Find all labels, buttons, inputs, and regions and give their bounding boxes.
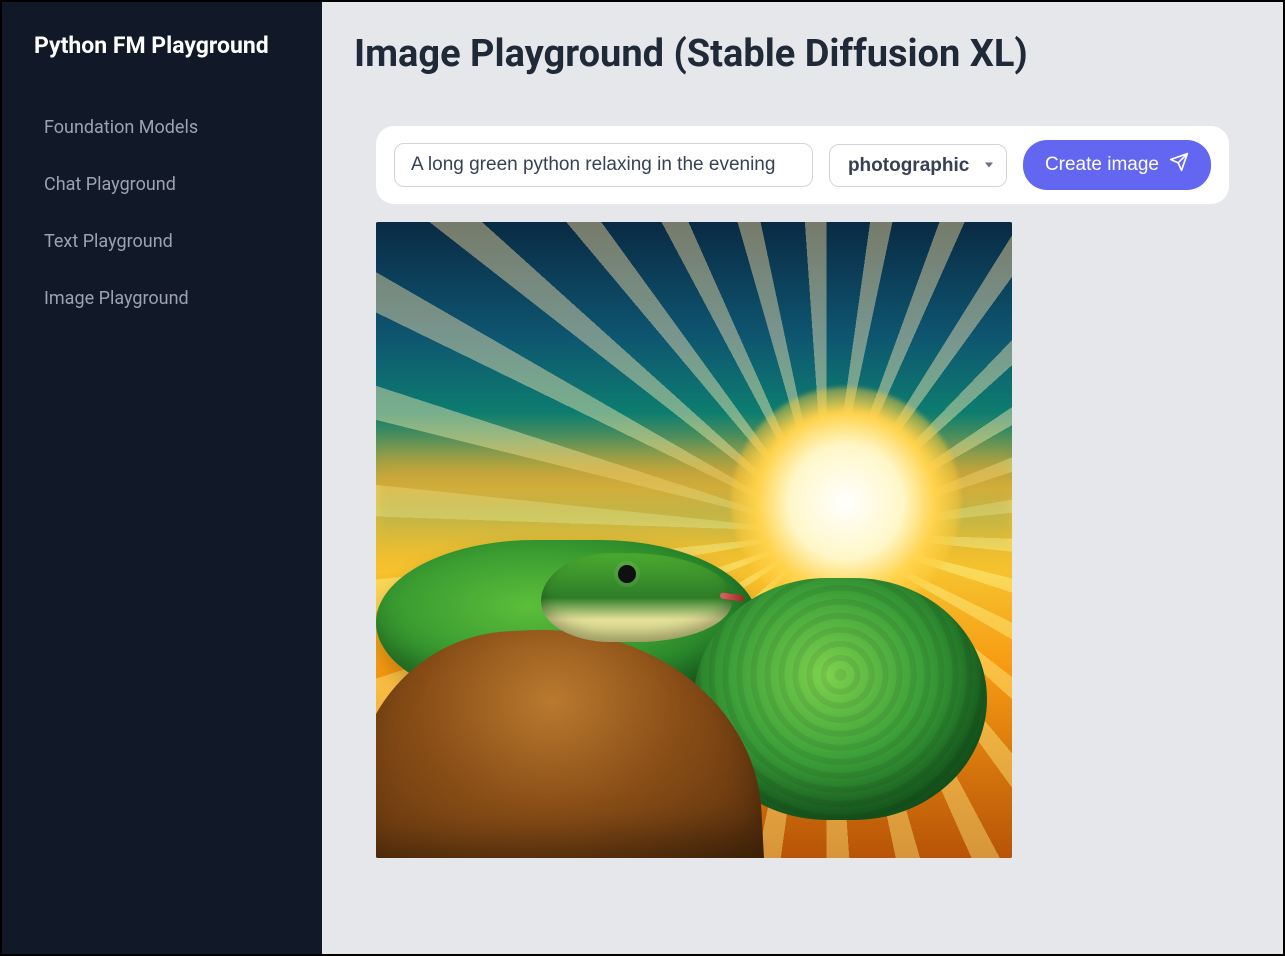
sidebar-item-foundation-models[interactable]: Foundation Models <box>2 99 322 156</box>
page-title: Image Playground (Stable Diffusion XL) <box>354 32 1251 76</box>
prompt-input[interactable] <box>394 143 813 187</box>
result-area <box>376 222 1229 862</box>
send-icon <box>1169 152 1189 178</box>
style-select-wrap: photographic <box>829 144 1007 187</box>
create-image-button[interactable]: Create image <box>1023 140 1211 190</box>
sidebar-item-text-playground[interactable]: Text Playground <box>2 213 322 270</box>
style-select[interactable]: photographic <box>829 144 1007 187</box>
sidebar-item-image-playground[interactable]: Image Playground <box>2 270 322 327</box>
sidebar: Python FM Playground Foundation Models C… <box>2 2 322 954</box>
playground-card: photographic Create image <box>354 104 1251 884</box>
sidebar-nav: Foundation Models Chat Playground Text P… <box>2 99 322 327</box>
app-title: Python FM Playground <box>2 32 322 99</box>
main-content: Image Playground (Stable Diffusion XL) p… <box>322 2 1283 954</box>
create-image-label: Create image <box>1045 154 1159 176</box>
prompt-toolbar: photographic Create image <box>376 126 1229 204</box>
generated-image <box>376 222 1012 858</box>
sidebar-item-chat-playground[interactable]: Chat Playground <box>2 156 322 213</box>
